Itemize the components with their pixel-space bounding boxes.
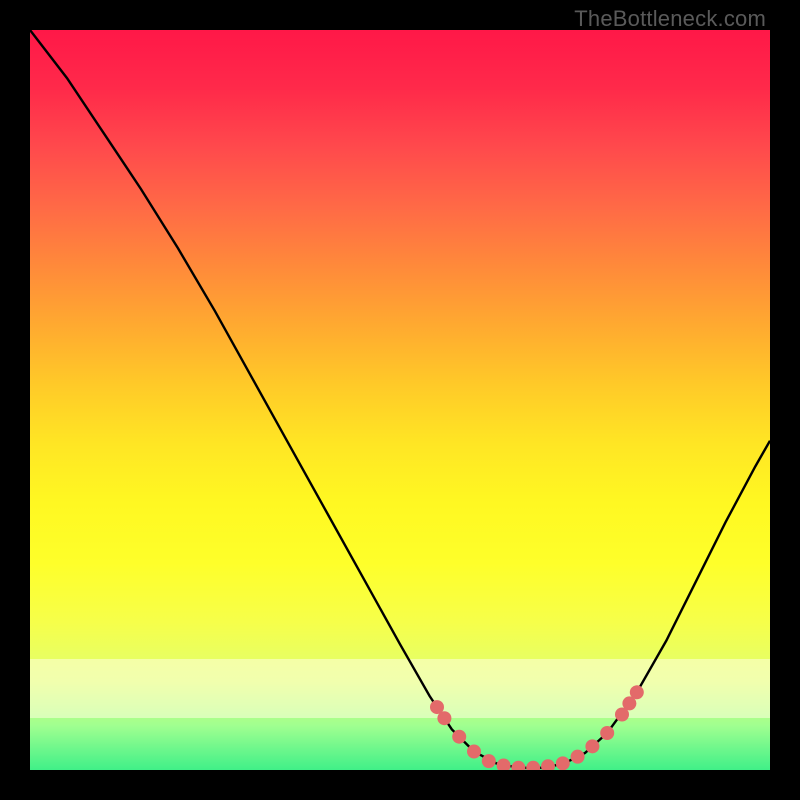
curve-marker (511, 761, 525, 770)
curve-marker (497, 759, 511, 770)
curve-marker (482, 754, 496, 768)
curve-marker (571, 750, 585, 764)
curve-marker (630, 685, 644, 699)
curve-marker (541, 759, 555, 770)
curve-marker (437, 711, 451, 725)
bottleneck-curve (30, 30, 770, 768)
watermark-label: TheBottleneck.com (574, 6, 766, 32)
curve-marker (556, 756, 570, 770)
curve-marker (452, 730, 466, 744)
chart-plot-area (30, 30, 770, 770)
curve-marker (585, 739, 599, 753)
chart-svg-layer (30, 30, 770, 770)
curve-marker (600, 726, 614, 740)
curve-marker (467, 745, 481, 759)
curve-marker (526, 761, 540, 770)
